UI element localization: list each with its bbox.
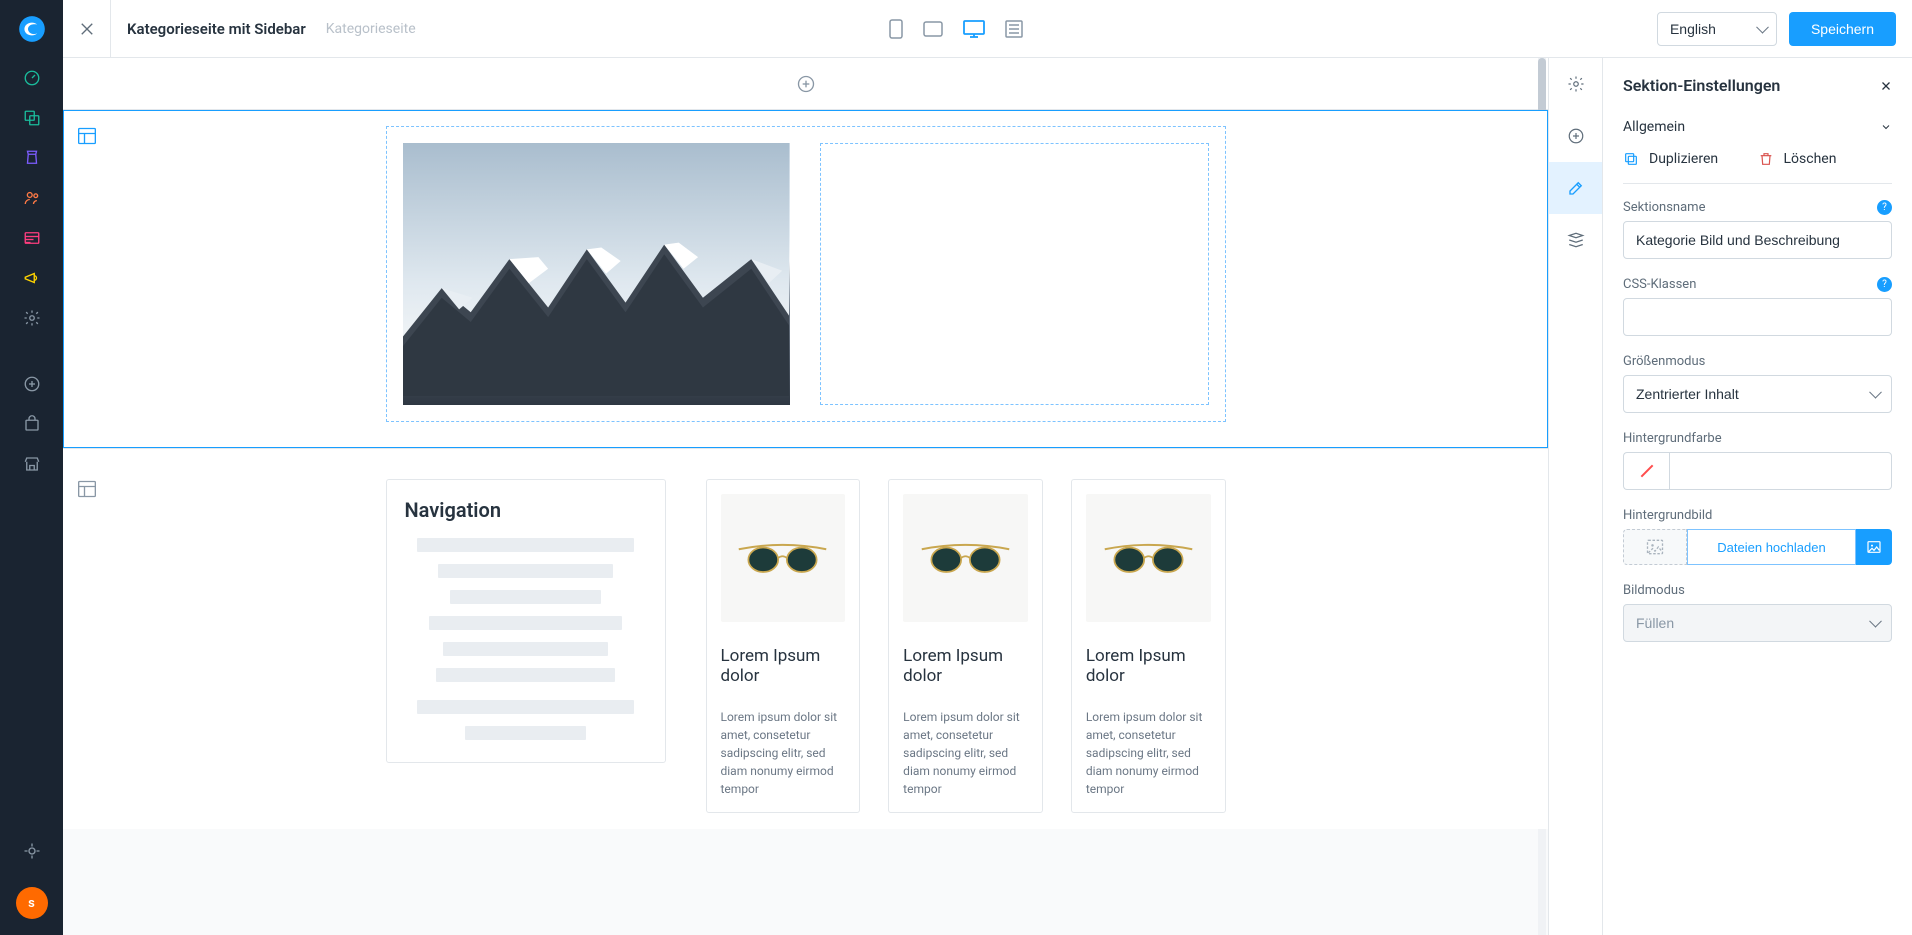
field-label-bg-image: Hintergrundbild	[1623, 508, 1712, 523]
color-swatch-none[interactable]	[1623, 452, 1669, 490]
field-label-image-mode: Bildmodus	[1623, 583, 1685, 598]
section-nav-add[interactable]	[1549, 110, 1603, 162]
nav-extensions-store[interactable]	[0, 404, 63, 444]
product-image	[1086, 494, 1211, 622]
help-icon[interactable]: ?	[1877, 200, 1892, 215]
user-avatar[interactable]: s	[16, 887, 48, 919]
nav-placeholder-line	[465, 726, 586, 740]
section-listing[interactable]: Navigation	[63, 448, 1548, 829]
section-nav	[1548, 58, 1602, 935]
logo[interactable]	[0, 0, 63, 58]
product-card[interactable]: Lorem Ipsum dolor Lorem ipsum dolor sit …	[1071, 479, 1226, 813]
language-select-wrap: English	[1657, 12, 1777, 46]
section-image-text[interactable]	[63, 110, 1548, 448]
close-button[interactable]	[63, 0, 111, 58]
nav-placeholder-line	[417, 538, 635, 552]
trash-icon	[1758, 151, 1774, 167]
upload-dropzone[interactable]	[1623, 529, 1687, 565]
settings-panel: Sektion-Einstellungen Allgemein Duplizie…	[1602, 58, 1912, 935]
add-block-bar	[63, 58, 1548, 110]
field-label-section-name: Sektionsname	[1623, 200, 1705, 215]
nav-help[interactable]	[0, 831, 63, 871]
text-slot-empty[interactable]	[820, 143, 1209, 405]
nav-extensions-add[interactable]	[0, 364, 63, 404]
help-icon[interactable]: ?	[1877, 277, 1892, 292]
sidebar-navigation-block[interactable]: Navigation	[386, 479, 666, 763]
media-icon	[1866, 539, 1882, 555]
product-image	[903, 494, 1028, 622]
save-button[interactable]: Speichern	[1789, 12, 1896, 46]
delete-label: Löschen	[1784, 151, 1837, 167]
upload-files-button[interactable]: Dateien hochladen	[1687, 529, 1856, 565]
viewport-switch	[889, 19, 1023, 39]
duplicate-icon	[1623, 151, 1639, 167]
block-image-text[interactable]	[386, 126, 1226, 422]
field-label-css-classes: CSS-Klassen	[1623, 277, 1696, 292]
nav-saleschannel[interactable]	[0, 444, 63, 484]
panel-close-button[interactable]	[1880, 80, 1892, 92]
product-title: Lorem Ipsum dolor	[1086, 646, 1211, 686]
nav-content[interactable]	[0, 218, 63, 258]
chevron-down-icon	[1880, 121, 1892, 133]
product-desc: Lorem ipsum dolor sit amet, consetetur s…	[903, 708, 1028, 798]
section-nav-settings[interactable]	[1549, 58, 1603, 110]
nav-catalogues[interactable]	[0, 98, 63, 138]
viewport-tablet[interactable]	[923, 21, 943, 37]
image-placeholder-icon	[1645, 537, 1665, 557]
nav-dashboard[interactable]	[0, 58, 63, 98]
field-label-size-mode: Größenmodus	[1623, 354, 1705, 369]
product-title: Lorem Ipsum dolor	[903, 646, 1028, 686]
canvas: Navigation	[63, 58, 1548, 935]
nav-placeholder-line	[450, 590, 600, 604]
topbar: Kategorieseite mit Sidebar Kategorieseit…	[63, 0, 1912, 58]
add-block-button[interactable]	[796, 74, 816, 94]
section-name-input[interactable]	[1623, 221, 1892, 259]
field-label-bg-color: Hintergrundfarbe	[1623, 431, 1722, 446]
product-desc: Lorem ipsum dolor sit amet, consetetur s…	[721, 708, 846, 798]
nav-placeholder-line	[438, 564, 612, 578]
page-title: Kategorieseite mit Sidebar	[127, 20, 306, 38]
section-nav-navigator[interactable]	[1549, 214, 1603, 266]
viewport-desktop[interactable]	[963, 20, 985, 38]
nav-placeholder-line	[443, 642, 608, 656]
delete-button[interactable]: Löschen	[1758, 151, 1893, 167]
product-title: Lorem Ipsum dolor	[721, 646, 846, 686]
section-layout-icon	[77, 479, 97, 499]
panel-title: Sektion-Einstellungen	[1623, 76, 1780, 95]
nav-settings[interactable]	[0, 298, 63, 338]
nav-placeholder-line	[436, 668, 615, 682]
nav-placeholder-line	[417, 700, 635, 714]
open-media-button[interactable]	[1856, 529, 1892, 565]
page-subtitle: Kategorieseite	[326, 21, 416, 37]
panel-accordion-general[interactable]: Allgemein	[1603, 107, 1912, 147]
product-card[interactable]: Lorem Ipsum dolor Lorem ipsum dolor sit …	[706, 479, 861, 813]
nav-orders[interactable]	[0, 138, 63, 178]
no-color-icon	[1640, 465, 1653, 478]
viewport-form[interactable]	[1005, 20, 1023, 38]
language-select[interactable]: English	[1657, 12, 1777, 46]
nav-placeholder-line	[429, 616, 623, 630]
duplicate-button[interactable]: Duplizieren	[1623, 151, 1758, 167]
product-desc: Lorem ipsum dolor sit amet, consetetur s…	[1086, 708, 1211, 798]
product-image	[721, 494, 846, 622]
duplicate-label: Duplizieren	[1649, 151, 1718, 167]
css-classes-input[interactable]	[1623, 298, 1892, 336]
image-mode-select[interactable]	[1623, 604, 1892, 642]
nav-marketing[interactable]	[0, 258, 63, 298]
bg-color-input[interactable]	[1669, 452, 1892, 490]
viewport-phone[interactable]	[889, 19, 903, 39]
product-listing-block[interactable]: Lorem Ipsum dolor Lorem ipsum dolor sit …	[706, 479, 1226, 813]
size-mode-select[interactable]	[1623, 375, 1892, 413]
section-nav-edit[interactable]	[1549, 162, 1603, 214]
nav-heading: Navigation	[405, 498, 647, 522]
nav-customers[interactable]	[0, 178, 63, 218]
main-nav: s	[0, 0, 63, 935]
product-card[interactable]: Lorem Ipsum dolor Lorem ipsum dolor sit …	[888, 479, 1043, 813]
image-slot[interactable]	[403, 143, 790, 405]
section-layout-icon	[77, 126, 97, 146]
accordion-label: Allgemein	[1623, 119, 1685, 135]
